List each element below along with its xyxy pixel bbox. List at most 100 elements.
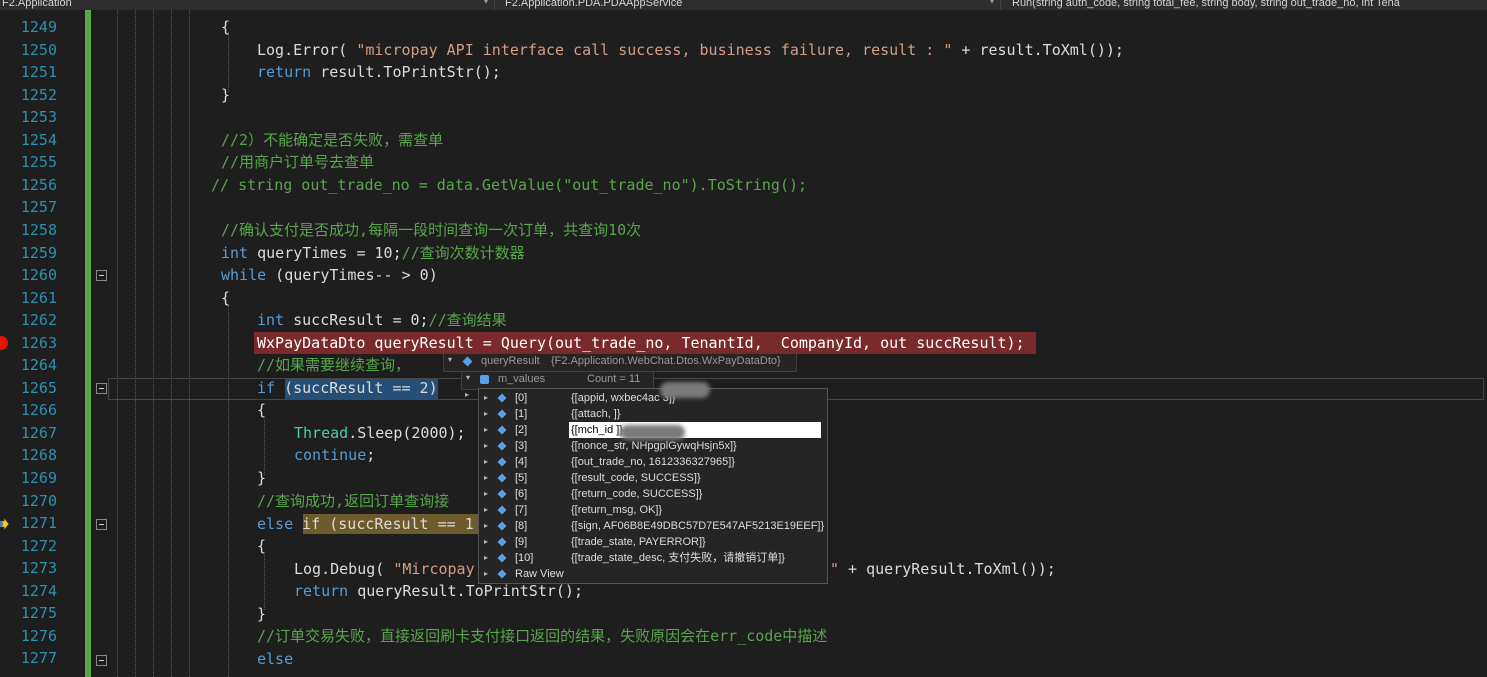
datatip-item[interactable]: ▸ [7] {[return_msg, OK]}	[479, 502, 827, 518]
chevron-down-icon[interactable]: ▾	[990, 0, 994, 6]
code-line-1252: }	[221, 86, 231, 104]
datatip-items-panel[interactable]: ▸ [0] {[appid, wxbec4ac 3]} ▸ [1] {[attach, ]…	[478, 388, 828, 584]
expand-arrow-icon[interactable]: ▸	[484, 566, 488, 582]
code-line-1259: int queryTimes = 10;//查询次数计数器	[221, 244, 525, 262]
type-name: F2.Application.PDA.PDAAppService	[505, 0, 683, 9]
datatip-item-index: [0]	[515, 392, 528, 404]
code-line-1267: Thread.Sleep(2000);	[294, 424, 466, 442]
line-number: 1275	[20, 604, 57, 623]
collapse-icon[interactable]	[96, 383, 107, 394]
code-line-1266: {	[257, 401, 267, 419]
datatip-item[interactable]: ▸ [6] {[return_code, SUCCESS]}	[479, 486, 827, 502]
datatip-item-value[interactable]: {[mch_id ]}	[569, 422, 821, 438]
object-icon	[497, 425, 507, 435]
expand-arrow-icon[interactable]: ▸	[465, 390, 469, 399]
collapse-icon[interactable]	[96, 519, 107, 530]
code-line-1265: if (succResult == 2)	[257, 379, 438, 397]
expand-arrow-icon[interactable]: ▸	[484, 486, 488, 502]
object-icon	[462, 356, 473, 367]
code-line-1258: //确认支付是否成功,每隔一段时间查询一次订单，共查询10次	[221, 221, 642, 239]
line-number: 1265	[20, 378, 57, 397]
code-line-1276: //订单交易失败，直接返回刷卡支付接口返回的结果，失败原因会在err_code中…	[257, 627, 828, 645]
line-number: 1267	[20, 423, 57, 442]
code-line-1250: Log.Error( "micropay API interface call …	[257, 41, 1124, 59]
line-number: 1250	[20, 40, 57, 59]
datatip-root[interactable]: ▾ queryResult {F2.Application.WebChat.Dt…	[443, 353, 797, 372]
expand-arrow-icon[interactable]: ▸	[484, 470, 488, 486]
datatip-item-index: [4]	[515, 456, 528, 468]
expand-arrow-icon[interactable]: ▸	[484, 406, 488, 422]
line-number: 1274	[20, 581, 57, 600]
datatip-item-value: {[trade_state_desc, 支付失败，请撤销订单]}	[571, 552, 785, 564]
object-icon	[497, 489, 507, 499]
datatip-item[interactable]: ▸ [3] {[nonce_str, NHpgplGywqHsjn5x]}	[479, 438, 827, 454]
project-dropdown[interactable]: F2.Application	[2, 0, 72, 10]
line-number: 1263	[20, 333, 57, 352]
datatip-item[interactable]: ▸ [5] {[result_code, SUCCESS]}	[479, 470, 827, 486]
datatip-item-index: [2]	[515, 424, 528, 436]
object-icon	[497, 473, 507, 483]
code-line-1273-tail: " + queryResult.ToXml());	[830, 560, 1056, 578]
datatip-item[interactable]: ▸ [10] {[trade_state_desc, 支付失败，请撤销订单]}	[479, 550, 827, 566]
line-number: 1259	[20, 243, 57, 262]
line-number: 1251	[20, 63, 57, 82]
line-number: 1269	[20, 469, 57, 487]
redaction-blur	[660, 382, 710, 398]
collapse-icon[interactable]	[96, 655, 107, 666]
type-dropdown[interactable]: F2.Application.PDA.PDAAppService	[505, 0, 682, 10]
datatip-item[interactable]: ▸ [8] {[sign, AF06B8E49DBC57D7E547AF5213E1…	[479, 518, 827, 534]
line-number: 1273	[20, 559, 57, 578]
datatip-item[interactable]: ▸ Raw View	[479, 566, 827, 582]
code-line-1271: else if (succResult == 1	[257, 515, 474, 533]
code-line-1263: WxPayDataDto queryResult = Query(out_tra…	[257, 334, 1025, 352]
datatip-item-index: [10]	[515, 552, 534, 564]
line-number: 1262	[20, 311, 57, 330]
line-number: 1257	[20, 198, 57, 217]
code-line-1275: }	[257, 605, 267, 623]
line-number: 1255	[20, 153, 57, 172]
collapse-icon[interactable]	[96, 270, 107, 281]
line-number: 1272	[20, 536, 57, 555]
datatip-item-value: {[nonce_str, NHpgplGywqHsjn5x]}	[571, 440, 737, 452]
expand-arrow-icon[interactable]: ▸	[484, 422, 488, 438]
expand-arrow-icon[interactable]: ▸	[484, 502, 488, 518]
expand-arrow-icon[interactable]: ▾	[466, 373, 470, 382]
code-line-1272: {	[257, 537, 267, 555]
expand-arrow-icon[interactable]: ▸	[484, 534, 488, 550]
divider	[1000, 0, 1001, 10]
datatip-root-type: {F2.Application.WebChat.Dtos.WxPayDataDt…	[551, 355, 781, 367]
member-dropdown[interactable]: Run(string auth_code, string total_fee, …	[1012, 0, 1400, 10]
code-line-1255: //用商户订单号去查单	[221, 153, 375, 171]
code-line-1270: //查询成功,返回订单查询接	[257, 492, 450, 510]
datatip-item-index: [9]	[515, 536, 528, 548]
redaction-blur	[620, 425, 685, 440]
code-line-1264: //如果需要继续查询，	[257, 356, 411, 374]
expand-arrow-icon[interactable]: ▸	[484, 454, 488, 470]
datatip-item-index: [3]	[515, 440, 528, 452]
expand-arrow-icon[interactable]: ▸	[484, 518, 488, 534]
expand-arrow-icon[interactable]: ▸	[484, 438, 488, 454]
datatip-item-value: {[return_msg, OK]}	[571, 504, 663, 516]
datatip-item-value: {[result_code, SUCCESS]}	[571, 472, 701, 484]
code-line-1268: continue;	[294, 446, 376, 464]
line-number: 1268	[20, 446, 57, 465]
datatip-item[interactable]: ▸ [9] {[trade_state, PAYERROR]}	[479, 534, 827, 550]
datatip-item-index: [8]	[515, 520, 528, 532]
object-icon	[497, 457, 507, 467]
object-icon	[497, 409, 507, 419]
line-number: 1261	[20, 288, 57, 307]
datatip-item[interactable]: ▸ [0] {[appid, wxbec4ac 3]}	[479, 390, 827, 406]
datatip-item[interactable]: ▸ [1] {[attach, ]}	[479, 406, 827, 422]
line-number: 1258	[20, 220, 57, 239]
expand-arrow-icon[interactable]: ▸	[484, 390, 488, 406]
navigation-bar: F2.Application ▾ F2.Application.PDA.PDAA…	[0, 0, 1487, 10]
datatip-item-index: Raw View	[515, 568, 564, 580]
line-number: 1270	[20, 491, 57, 510]
line-number: 1254	[20, 130, 57, 149]
expand-arrow-icon[interactable]: ▸	[484, 550, 488, 566]
datatip-item[interactable]: ▸ [4] {[out_trade_no, 1612336327965]}	[479, 454, 827, 470]
chevron-down-icon[interactable]: ▾	[484, 0, 488, 6]
object-icon	[497, 505, 507, 515]
code-line-1256: // string out_trade_no = data.GetValue("…	[211, 176, 808, 194]
expand-arrow-icon[interactable]: ▾	[448, 355, 452, 364]
